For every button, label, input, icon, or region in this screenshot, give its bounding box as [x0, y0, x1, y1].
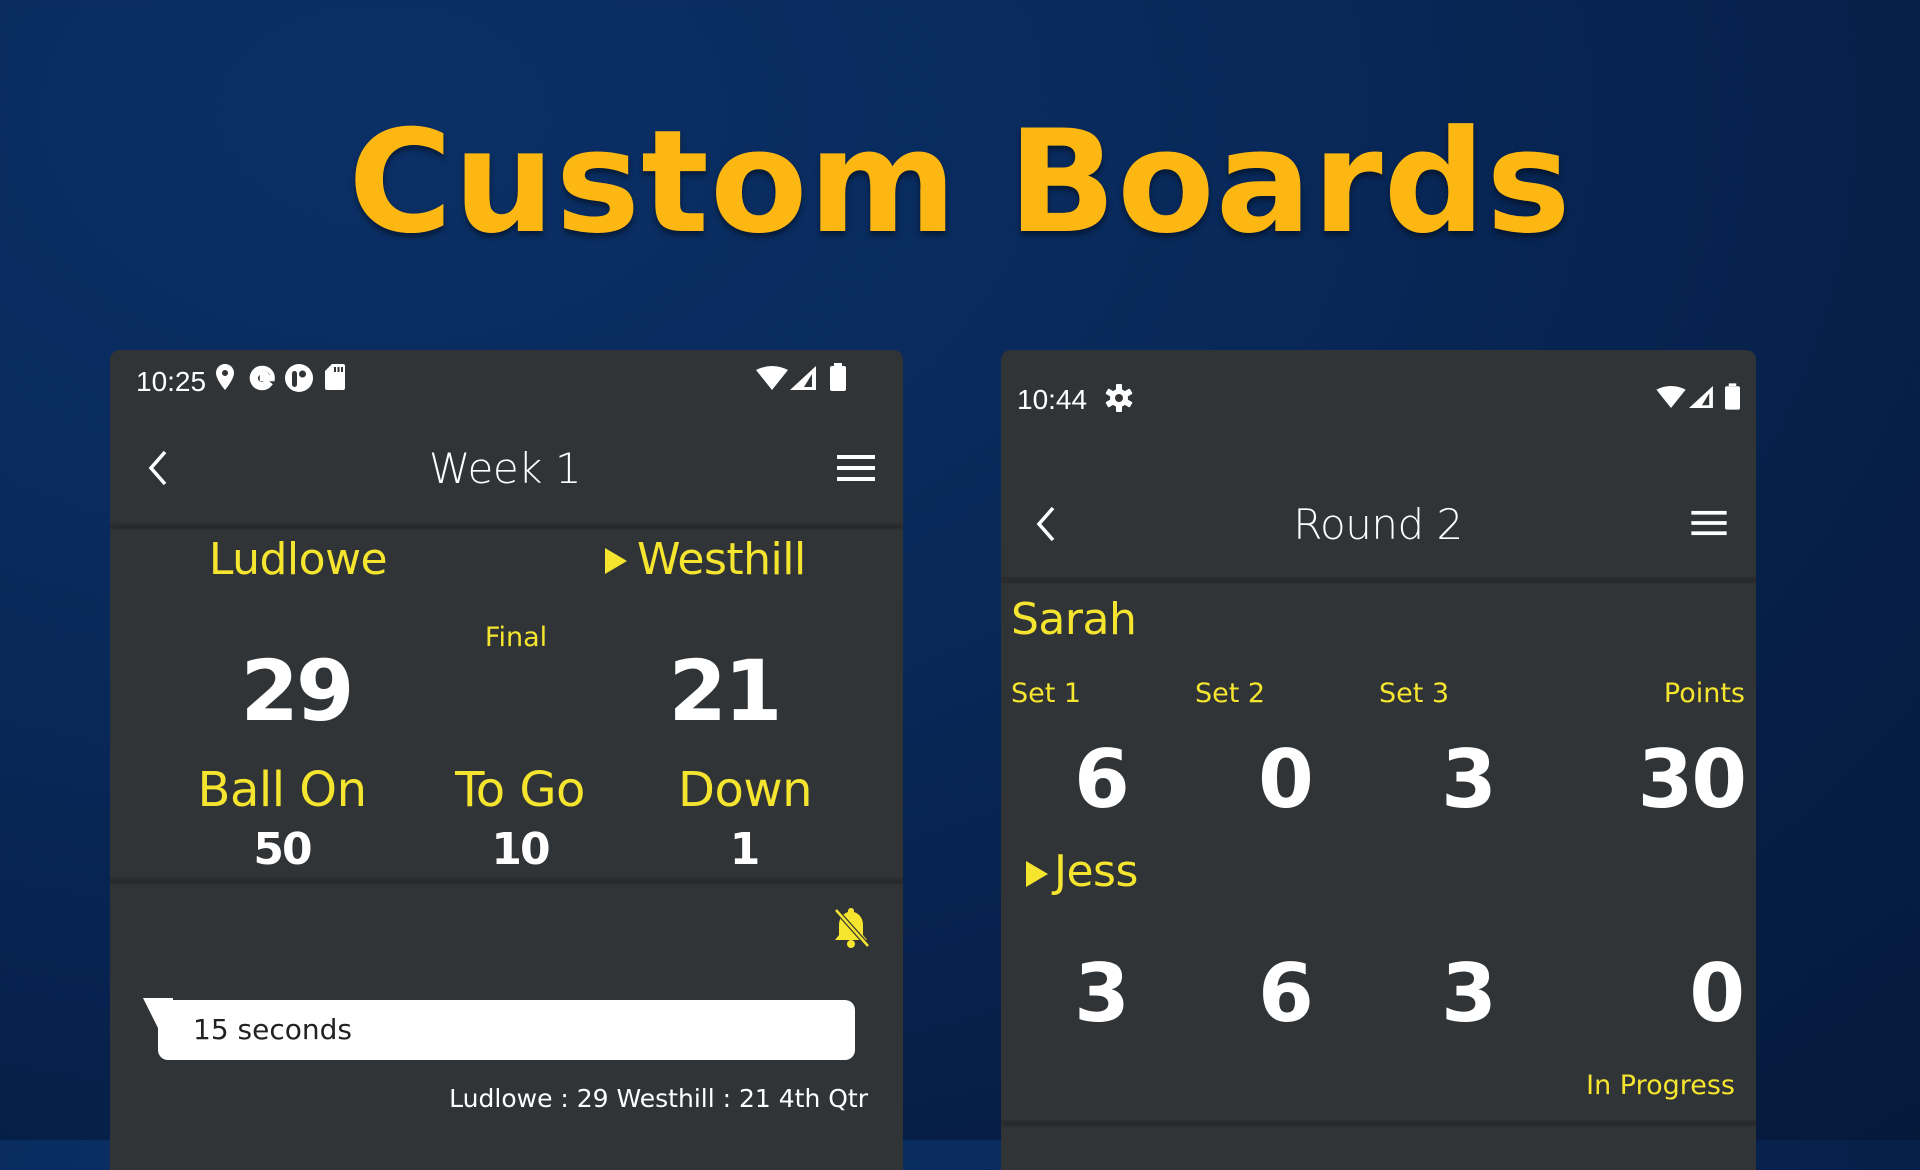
- board-title: Round 2: [1293, 500, 1463, 549]
- status-time: 10:25: [136, 366, 207, 397]
- section-divider: [110, 878, 903, 881]
- timer-text: 15 seconds: [193, 1013, 352, 1046]
- player-1-set-2[interactable]: 0: [1258, 733, 1314, 826]
- ball-on-label: Ball On: [197, 762, 367, 818]
- app-notification-icon: [285, 364, 313, 392]
- wifi-icon: [1656, 386, 1686, 408]
- headline-title: Custom Boards: [348, 100, 1572, 265]
- tennis-board-screen: 10:44 Round 2 Sarah Set 1 Set 2 Set 3 Po…: [1001, 350, 1756, 1170]
- toolbar-divider: [110, 523, 903, 526]
- home-score[interactable]: 29: [241, 642, 355, 740]
- home-team-name[interactable]: Ludlowe: [209, 534, 388, 585]
- player-2-set-1[interactable]: 3: [1074, 947, 1130, 1040]
- location-pin-icon: [216, 364, 234, 390]
- battery-icon: [1725, 383, 1740, 410]
- status-time: 10:44: [1017, 384, 1088, 415]
- column-label-set-1: Set 1: [1011, 678, 1082, 709]
- score-summary: Ludlowe : 29 Westhill : 21 4th Qtr: [449, 1084, 868, 1113]
- player-1-set-1[interactable]: 6: [1074, 733, 1130, 826]
- column-label-points: Points: [1663, 678, 1745, 709]
- to-go-value[interactable]: 10: [491, 824, 550, 875]
- battery-icon: [830, 363, 846, 391]
- possession-indicator-icon: [605, 548, 627, 574]
- player-2-set-3[interactable]: 3: [1441, 947, 1497, 1040]
- cell-signal-icon: [1689, 386, 1713, 408]
- cell-signal-icon: [790, 366, 816, 390]
- serving-indicator-icon: [1026, 861, 1048, 887]
- player-1-points[interactable]: 30: [1638, 733, 1747, 826]
- board-title: Week 1: [428, 444, 582, 493]
- player-name[interactable]: Sarah: [1011, 594, 1137, 645]
- player-2-points[interactable]: 0: [1689, 947, 1745, 1040]
- player-1-set-3[interactable]: 3: [1441, 733, 1497, 826]
- back-button[interactable]: [1036, 506, 1056, 542]
- away-team-name[interactable]: Westhill: [637, 534, 806, 585]
- down-label: Down: [677, 762, 813, 818]
- sd-card-icon: [325, 364, 345, 390]
- back-button[interactable]: [148, 450, 168, 486]
- gear-icon: [1105, 384, 1133, 412]
- player-2-set-2[interactable]: 6: [1258, 947, 1314, 1040]
- menu-button[interactable]: [837, 454, 875, 482]
- wifi-icon: [756, 366, 788, 390]
- google-icon: [249, 365, 275, 391]
- player-name[interactable]: Jess: [1054, 846, 1138, 897]
- column-label-set-2: Set 2: [1195, 678, 1266, 709]
- to-go-label: To Go: [455, 762, 585, 818]
- bell-off-icon[interactable]: [832, 906, 870, 950]
- section-divider: [1001, 1120, 1756, 1123]
- toolbar-divider: [1001, 577, 1756, 580]
- timer-bubble[interactable]: 15 seconds: [158, 1000, 855, 1060]
- down-value[interactable]: 1: [730, 824, 761, 875]
- away-score[interactable]: 21: [669, 642, 783, 740]
- ball-on-value[interactable]: 50: [253, 824, 312, 875]
- column-label-set-3: Set 3: [1379, 678, 1450, 709]
- match-status: In Progress: [1586, 1070, 1735, 1101]
- game-period: Final: [484, 622, 548, 653]
- menu-button[interactable]: [1691, 510, 1727, 536]
